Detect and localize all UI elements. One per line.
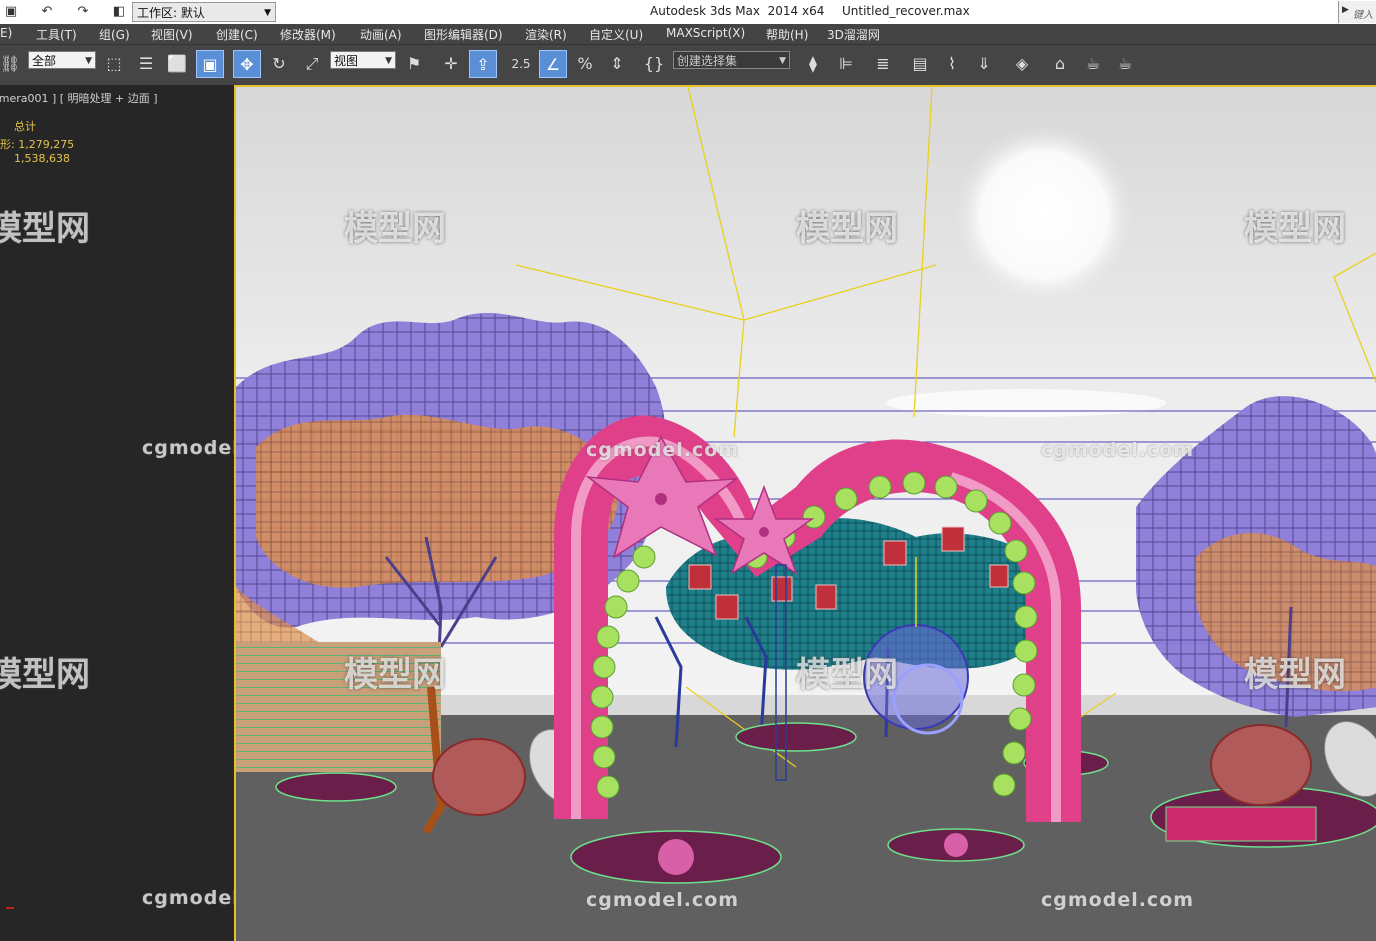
scene-explorer-icon[interactable]: ▤ xyxy=(906,50,934,78)
render-setup-icon[interactable]: ⌂ xyxy=(1046,50,1074,78)
named-selection-placeholder: 创建选择集 xyxy=(677,54,738,68)
percent-snap-icon[interactable]: % xyxy=(571,50,599,78)
watermark-brand: 模型网 xyxy=(0,655,90,695)
main-toolbar: ⛓ 全部 ▼ ⬚ ☰ ⬜ ▣ ✥ ↻ ⤢ 视图 ▼ ⚑ ✛ ⇪ 2.5 ∠ % … xyxy=(0,45,1376,85)
rendered-frame-window-icon[interactable]: ☕ xyxy=(1079,50,1107,78)
watermark-site: cgmodel.com xyxy=(1041,439,1195,461)
reference-coord-value: 视图 xyxy=(334,54,359,68)
chevron-down-icon: ▼ xyxy=(264,8,271,18)
workspace-label: 工作区: 默认 xyxy=(137,6,205,20)
search-input[interactable]: ▶ 键入 xyxy=(1338,1,1376,23)
title-bar: ▣ ↶ ↷ ◧ 工作区: 默认 ▼ Autodesk 3ds Max 2014 … xyxy=(0,0,1376,25)
select-manipulate-icon[interactable]: ✛ xyxy=(437,50,465,78)
menu-tools[interactable]: 工具(T) xyxy=(36,26,77,43)
undo-icon[interactable]: ↶ xyxy=(38,3,56,21)
stats-verts: 1,538,638 xyxy=(14,152,70,165)
selection-filter-dropdown[interactable]: 全部 ▼ xyxy=(28,51,96,69)
named-selection-set-dropdown[interactable]: 创建选择集 ▼ xyxy=(673,51,790,69)
mirror-icon[interactable]: ⧫ xyxy=(799,50,827,78)
watermark-site: cgmodel.com xyxy=(1041,889,1195,911)
material-editor-icon[interactable]: ◈ xyxy=(1008,50,1036,78)
menu-views[interactable]: 视图(V) xyxy=(151,26,193,43)
menu-help[interactable]: 帮助(H) xyxy=(766,26,808,43)
chevron-down-icon: ▼ xyxy=(385,56,392,66)
select-object-icon[interactable]: ⬚ xyxy=(100,50,128,78)
watermark-brand: 模型网 xyxy=(796,655,898,695)
menu-rendering[interactable]: 渲染(R) xyxy=(525,26,567,43)
viewport-label[interactable]: amera001 ] [ 明暗处理 + 边面 ] xyxy=(0,90,158,106)
watermark-brand: 模型网 xyxy=(1244,655,1346,695)
selection-filter-value: 全部 xyxy=(32,54,57,68)
menu-3d-liuliu[interactable]: 3D溜溜网 xyxy=(827,26,880,43)
snap-value: 2.5 xyxy=(511,57,531,71)
axis-tripod-icon xyxy=(6,907,14,909)
watermark-brand: 模型网 xyxy=(344,655,446,695)
redo-icon[interactable]: ↷ xyxy=(74,3,92,21)
save-icon[interactable]: ▣ xyxy=(2,3,20,21)
spinner-snap-icon[interactable]: ⇕ xyxy=(603,50,631,78)
render-production-icon[interactable]: ☕ xyxy=(1111,50,1139,78)
watermark-brand: 模型网 xyxy=(344,209,446,249)
file-title: Untitled_recover.max xyxy=(842,4,970,18)
stats-polys: 形: 1,279,275 xyxy=(0,138,75,151)
left-panel: amera001 ] [ 明暗处理 + 边面 ] 总计 形: 1,279,275… xyxy=(0,85,294,941)
menu-group[interactable]: 组(G) xyxy=(99,26,130,43)
app-title: Autodesk 3ds Max 2014 x64 xyxy=(650,4,825,18)
select-and-rotate-icon[interactable]: ↻ xyxy=(265,50,293,78)
link-icon[interactable]: ⛓ xyxy=(0,50,20,78)
rectangular-selection-icon[interactable]: ⬜ xyxy=(163,50,191,78)
snap-toggle-button[interactable]: 2.5 xyxy=(507,50,535,78)
menu-maxscript[interactable]: MAXScript(X) xyxy=(666,26,745,40)
workspace-dropdown[interactable]: 工作区: 默认 ▼ xyxy=(132,2,276,22)
stats-header: 总计 xyxy=(14,120,36,133)
camera-viewport[interactable]: 模型网 模型网 模型网 cgmodel.com cgmodel.com 模型网 … xyxy=(234,85,1376,941)
edit-named-selection-icon[interactable]: {} xyxy=(640,50,668,78)
reference-coord-dropdown[interactable]: 视图 ▼ xyxy=(330,51,396,69)
menu-edit[interactable]: E) xyxy=(0,26,12,40)
watermark-site: cgmodel.com xyxy=(586,889,740,911)
menu-create[interactable]: 创建(C) xyxy=(216,26,258,43)
watermark-brand: 模型网 xyxy=(0,209,90,249)
chevron-down-icon: ▼ xyxy=(779,56,786,66)
select-and-move-icon[interactable]: ✥ xyxy=(233,50,261,78)
select-and-scale-icon[interactable]: ⤢ xyxy=(298,50,326,78)
schematic-view-icon[interactable]: ⇓ xyxy=(970,50,998,78)
menu-customize[interactable]: 自定义(U) xyxy=(589,26,643,43)
menu-modifiers[interactable]: 修改器(M) xyxy=(280,26,336,43)
menu-bar: E) 工具(T) 组(G) 视图(V) 创建(C) 修改器(M) 动画(A) 图… xyxy=(0,24,1376,45)
curve-editor-icon[interactable]: ⌇ xyxy=(938,50,966,78)
pivot-center-icon[interactable]: ⚑ xyxy=(400,50,428,78)
search-placeholder: 键入 xyxy=(1353,10,1373,21)
select-by-name-icon[interactable]: ☰ xyxy=(132,50,160,78)
menu-animation[interactable]: 动画(A) xyxy=(360,26,402,43)
menu-graph-editors[interactable]: 图形编辑器(D) xyxy=(424,26,503,43)
window-crossing-icon[interactable]: ▣ xyxy=(196,50,224,78)
chevron-right-icon: ▶ xyxy=(1342,5,1349,15)
watermark-brand: 模型网 xyxy=(796,209,898,249)
chevron-down-icon: ▼ xyxy=(85,56,92,66)
watermark-site: cgmodel.com xyxy=(586,439,740,461)
layer-manager-icon[interactable]: ≣ xyxy=(869,50,897,78)
align-icon[interactable]: ⊫ xyxy=(832,50,860,78)
angle-snap-icon[interactable]: ∠ xyxy=(539,50,567,78)
watermark-brand: 模型网 xyxy=(1244,209,1346,249)
project-folder-icon[interactable]: ◧ xyxy=(110,3,128,21)
keyboard-shortcut-toggle-icon[interactable]: ⇪ xyxy=(469,50,497,78)
